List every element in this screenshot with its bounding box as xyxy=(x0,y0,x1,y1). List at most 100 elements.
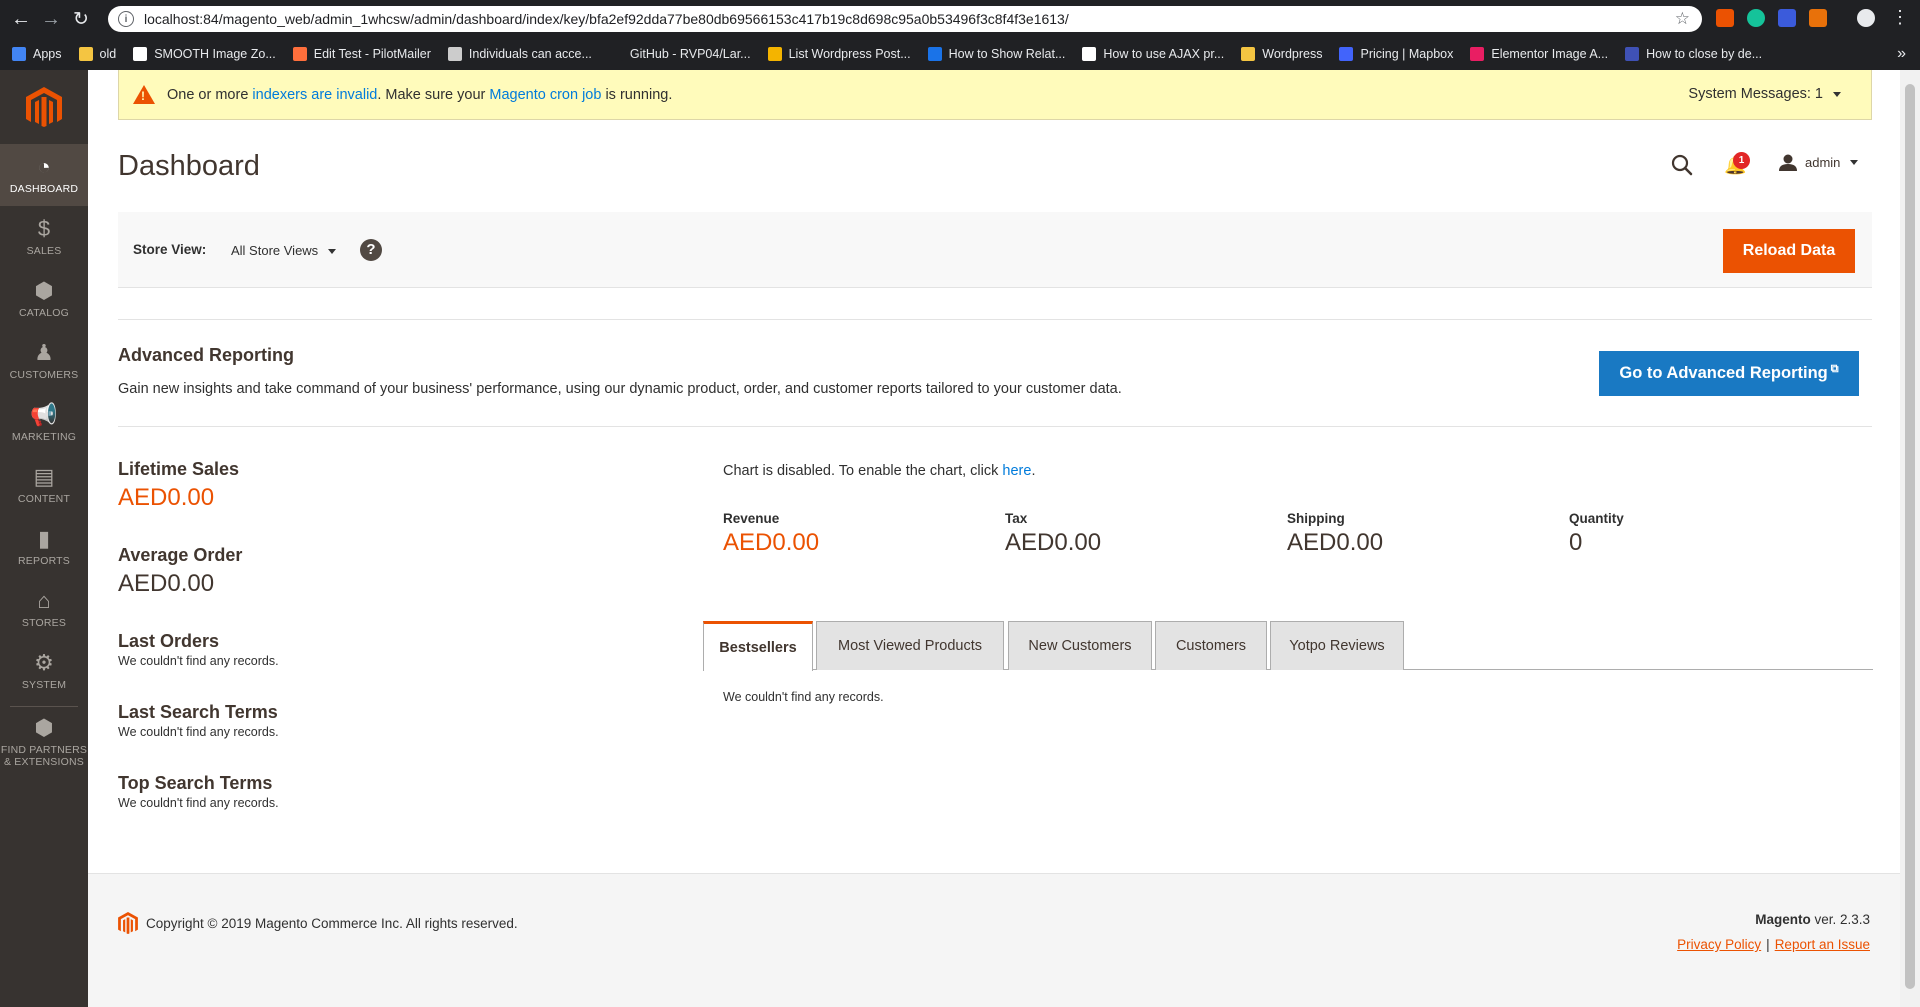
bookmark-item[interactable]: SMOOTH Image Zo... xyxy=(133,47,276,61)
bookmark-item[interactable]: GitHub - RVP04/Lar... xyxy=(608,47,751,61)
layout-icon: ▤ xyxy=(33,463,55,489)
gear-icon: ⚙ xyxy=(34,649,54,675)
bookmark-label: Pricing | Mapbox xyxy=(1360,47,1454,61)
html5-extension-icon[interactable] xyxy=(1809,9,1827,27)
box-icon: ⬢ xyxy=(34,277,54,303)
sidebar-item-dashboard[interactable]: ◔ DASHBOARD xyxy=(0,144,88,206)
bookmark-label: Elementor Image A... xyxy=(1491,47,1609,61)
bookmark-item[interactable]: Wordpress xyxy=(1241,47,1322,61)
sidebar-item-content[interactable]: ▤ CONTENT xyxy=(0,454,88,516)
browser-menu-icon[interactable]: ⋮ xyxy=(1891,7,1909,28)
sidebar-item-reports[interactable]: ▮ REPORTS xyxy=(0,516,88,578)
total-label: Tax xyxy=(1005,511,1028,526)
bookmark-label: Apps xyxy=(33,47,62,61)
bookmark-star-icon[interactable]: ☆ xyxy=(1675,9,1690,29)
grammarly-extension-icon[interactable] xyxy=(1747,9,1765,27)
reload-data-button[interactable]: Reload Data xyxy=(1723,229,1855,273)
report-issue-link[interactable]: Report an Issue xyxy=(1775,937,1870,952)
notifications-count-badge[interactable]: 1 xyxy=(1733,152,1750,169)
magento-logo[interactable] xyxy=(0,70,88,144)
bookmark-item[interactable]: How to use AJAX pr... xyxy=(1082,47,1224,61)
bookmark-item[interactable]: How to Show Relat... xyxy=(927,47,1066,61)
bookmark-item[interactable]: Edit Test - PilotMailer xyxy=(292,47,431,61)
top-search-terms-empty: We couldn't find any records. xyxy=(118,796,279,810)
magento-version: Magento ver. 2.3.3 xyxy=(1755,912,1870,927)
dashboard-tabs: Bestsellers Most Viewed Products New Custo… xyxy=(703,621,1873,671)
bookmarks-overflow-icon[interactable]: » xyxy=(1897,45,1906,63)
bookmark-item[interactable]: Pricing | Mapbox xyxy=(1339,47,1453,61)
address-bar[interactable]: i localhost:84/magento_web/admin_1whcsw/… xyxy=(108,6,1702,32)
tab-customers[interactable]: Customers xyxy=(1155,621,1267,670)
bookmark-label: old xyxy=(99,47,117,61)
bookmark-item[interactable]: Elementor Image A... xyxy=(1470,47,1608,61)
sidebar-item-system[interactable]: ⚙ SYSTEM xyxy=(0,640,88,702)
chevron-down-icon xyxy=(1850,160,1859,165)
tab-most-viewed-products[interactable]: Most Viewed Products xyxy=(816,621,1004,670)
bookmark-label: GitHub - RVP04/Lar... xyxy=(629,47,751,61)
scrollbar-thumb[interactable] xyxy=(1905,84,1915,989)
enable-chart-link[interactable]: here xyxy=(1002,463,1031,479)
tools-icon xyxy=(447,47,462,61)
tab-yotpo-reviews[interactable]: Yotpo Reviews xyxy=(1270,621,1404,670)
sidebar-item-label: CATALOG xyxy=(18,306,70,319)
reload-icon[interactable]: ↻ xyxy=(66,4,96,34)
system-messages-toggle[interactable]: System Messages: 1 xyxy=(1688,86,1841,102)
page-scrollbar[interactable] xyxy=(1900,70,1920,1007)
bookmark-item[interactable]: List Wordpress Post... xyxy=(767,47,911,61)
site-icon xyxy=(927,47,942,61)
cron-job-link[interactable]: Magento cron job xyxy=(489,87,601,103)
sidebar-item-sales[interactable]: $ SALES xyxy=(0,206,88,268)
sidebar-item-catalog[interactable]: ⬢ CATALOG xyxy=(0,268,88,330)
bookmark-label: Edit Test - PilotMailer xyxy=(313,47,431,61)
total-tax: Tax AED0.00 xyxy=(1005,511,1101,557)
bookmark-item[interactable]: Individuals can acce... xyxy=(447,47,592,61)
address-row: ← → ↻ i localhost:84/magento_web/admin_1… xyxy=(0,0,1920,38)
person-icon: ♟ xyxy=(34,339,54,365)
magento-footer-logo-icon xyxy=(118,912,138,934)
tab-content-empty: We couldn't find any records. xyxy=(723,690,884,704)
last-search-terms-label: Last Search Terms xyxy=(118,702,278,722)
bookmark-label: SMOOTH Image Zo... xyxy=(154,47,276,61)
magento-extension-icon[interactable] xyxy=(1716,9,1734,27)
go-to-advanced-reporting-button[interactable]: Go to Advanced Reporting ⧉ xyxy=(1599,351,1859,396)
sidebar-item-marketing[interactable]: 📢 MARKETING xyxy=(0,392,88,454)
total-revenue: Revenue AED0.00 xyxy=(723,511,819,557)
last-orders-label: Last Orders xyxy=(118,631,220,651)
sidebar-item-label: DASHBOARD xyxy=(9,182,79,195)
bookmark-item[interactable]: Apps xyxy=(12,47,62,61)
url-text[interactable]: localhost:84/magento_web/admin_1whcsw/ad… xyxy=(144,11,1069,27)
store-switcher-bar: Store View: All Store Views ? Reload Dat… xyxy=(118,212,1872,288)
total-label: Shipping xyxy=(1287,511,1345,526)
bookmark-item[interactable]: How to close by de... xyxy=(1625,47,1762,61)
help-icon[interactable]: ? xyxy=(360,239,382,261)
profile-avatar-icon[interactable] xyxy=(1857,9,1875,27)
last-search-terms-empty: We couldn't find any records. xyxy=(118,725,279,739)
admin-user-menu[interactable]: admin xyxy=(1779,154,1859,171)
sidebar-item-label: MARKETING xyxy=(11,430,77,443)
forward-arrow-icon[interactable]: → xyxy=(36,4,66,34)
system-message-bar: One or more indexers are invalid. Make s… xyxy=(118,70,1872,120)
tab-bestsellers[interactable]: Bestsellers xyxy=(703,621,813,671)
bookmark-label: How to Show Relat... xyxy=(948,47,1066,61)
sidebar-item-stores[interactable]: ⌂ STORES xyxy=(0,578,88,640)
back-arrow-icon[interactable]: ← xyxy=(6,4,36,34)
store-view-label: Store View: xyxy=(133,242,207,257)
bookmarks-bar: Apps old SMOOTH Image Zo... Edit Test - Pil… xyxy=(0,38,1920,70)
info-extension-icon[interactable] xyxy=(1778,9,1796,27)
footer-links: Privacy Policy | Report an Issue xyxy=(1677,937,1870,952)
search-icon[interactable] xyxy=(1671,154,1693,176)
elementor-icon xyxy=(1470,47,1485,61)
sidebar-item-find[interactable]: ⬢ FIND PARTNERS & EXTENSIONS xyxy=(0,711,88,773)
store-view-select[interactable]: All Store Views xyxy=(231,243,337,258)
sidebar-item-label: FIND PARTNERS & EXTENSIONS xyxy=(0,743,88,768)
privacy-policy-link[interactable]: Privacy Policy xyxy=(1677,937,1761,952)
tab-new-customers[interactable]: New Customers xyxy=(1008,621,1152,670)
sidebar-item-customers[interactable]: ♟ CUSTOMERS xyxy=(0,330,88,392)
site-info-icon[interactable]: i xyxy=(118,11,134,27)
storefront-icon: ⌂ xyxy=(37,587,51,613)
lifetime-sales-label: Lifetime Sales xyxy=(118,459,240,479)
folder-icon xyxy=(78,47,93,61)
bookmark-item[interactable]: old xyxy=(78,47,117,61)
indexers-link[interactable]: indexers are invalid xyxy=(252,87,377,103)
admin-username[interactable]: admin xyxy=(1805,155,1840,170)
